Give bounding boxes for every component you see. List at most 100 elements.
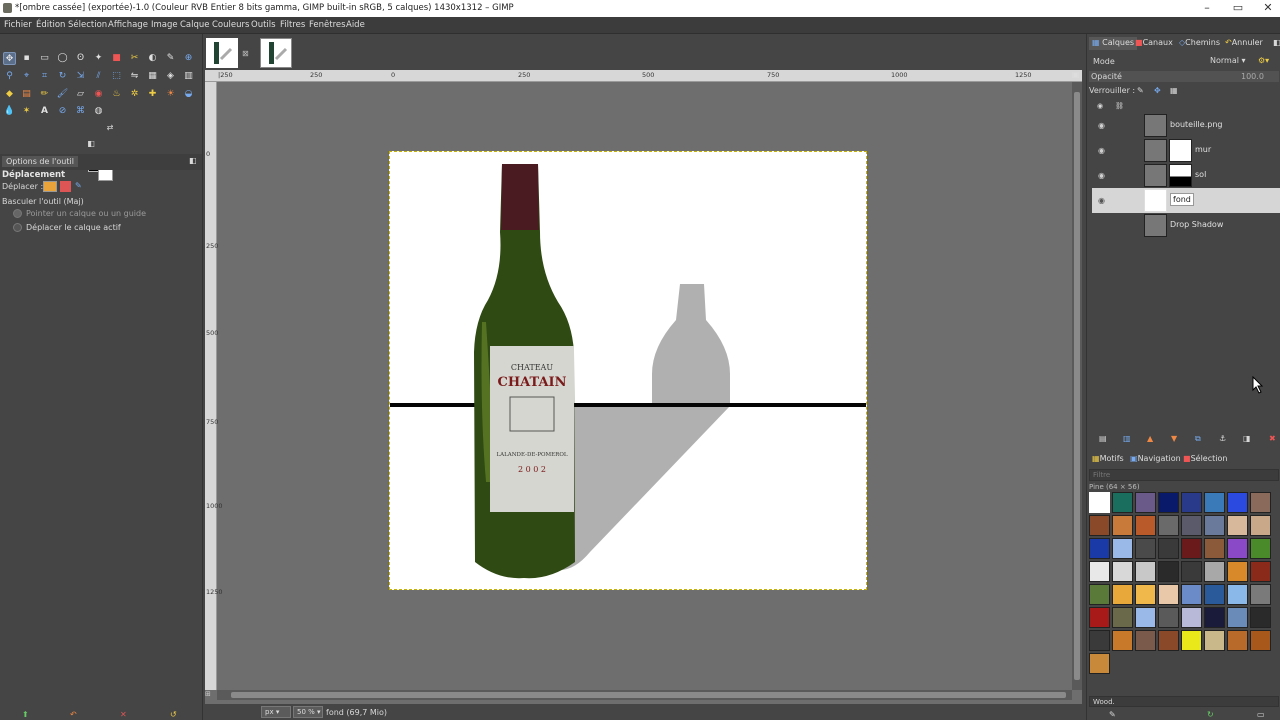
move-path-button[interactable]: ✎ xyxy=(75,181,86,192)
eye-icon[interactable]: ◉ xyxy=(1098,146,1105,155)
smudge-tool-icon[interactable]: ☀ xyxy=(164,88,177,101)
delete-layer-icon[interactable]: ✖ xyxy=(1269,434,1276,443)
align-tool-icon[interactable]: ▪ xyxy=(20,52,33,65)
minimize-button[interactable]: – xyxy=(1197,1,1217,14)
pattern-swatch[interactable] xyxy=(1250,492,1271,513)
free-select-icon[interactable]: ʘ xyxy=(74,52,87,65)
navigate-icon[interactable]: ⊞ xyxy=(205,690,217,700)
eraser-icon[interactable]: ▱ xyxy=(74,88,87,101)
layer-mask-thumbnail[interactable] xyxy=(1169,164,1192,187)
option-pick-layer[interactable]: Pointer un calque ou un guide xyxy=(26,209,146,218)
dodge-burn-icon[interactable]: ◒ xyxy=(182,88,195,101)
pattern-swatch[interactable] xyxy=(1089,653,1110,674)
menu-selection[interactable]: Sélection xyxy=(68,20,107,30)
pattern-swatch[interactable] xyxy=(1158,607,1179,628)
pattern-swatch[interactable] xyxy=(1227,538,1248,559)
pattern-swatch[interactable] xyxy=(1204,515,1225,536)
pattern-swatch[interactable] xyxy=(1112,561,1133,582)
layer-row[interactable]: Drop Shadow xyxy=(1092,213,1280,238)
pattern-swatch[interactable] xyxy=(1135,561,1156,582)
maximize-button[interactable]: ▭ xyxy=(1228,1,1248,14)
pattern-swatch[interactable] xyxy=(1181,492,1202,513)
pencil-icon[interactable]: ✏ xyxy=(38,88,51,101)
default-colors-icon[interactable]: ◧ xyxy=(87,138,95,148)
menu-image[interactable]: Image xyxy=(151,20,178,30)
pattern-swatch[interactable] xyxy=(1158,561,1179,582)
mode-select[interactable]: Normal ▾ xyxy=(1207,54,1253,68)
dock-config-icon[interactable]: ◧ xyxy=(1273,38,1280,47)
pattern-swatch[interactable] xyxy=(1089,630,1110,651)
rect-select-icon[interactable]: ▭ xyxy=(38,52,51,65)
new-group-icon[interactable]: ▥ xyxy=(1123,434,1131,443)
magnify-icon[interactable]: ◍ xyxy=(92,105,105,118)
restore-options-icon[interactable]: ↶ xyxy=(70,710,77,719)
scale-tool-icon[interactable]: ⇲ xyxy=(74,70,87,83)
pattern-swatch[interactable] xyxy=(1227,630,1248,651)
tab-tool-options[interactable]: Options de l'outil xyxy=(2,156,78,167)
menu-affichage[interactable]: Affichage xyxy=(108,20,148,30)
tab-navigation[interactable]: ▣Navigation xyxy=(1127,453,1184,466)
ellipse-select-icon[interactable]: ◯ xyxy=(56,52,69,65)
vertical-scrollbar[interactable] xyxy=(1072,82,1082,690)
paths-tool-icon[interactable]: ✎ xyxy=(164,52,177,65)
warp-tool-icon[interactable]: ◈ xyxy=(164,70,177,83)
menu-outils[interactable]: Outils xyxy=(251,20,276,30)
duplicate-layer-icon[interactable]: ⧉ xyxy=(1195,434,1201,444)
color-picker-icon[interactable]: ⊕ xyxy=(182,52,195,65)
radio-pick-layer[interactable] xyxy=(13,209,22,218)
tab-selection[interactable]: ■Sélection xyxy=(1180,453,1230,466)
color-select-icon[interactable]: ■ xyxy=(110,52,123,65)
shear-tool-icon[interactable]: ⫽ xyxy=(92,70,105,83)
opacity-slider[interactable]: Opacité 100.0 xyxy=(1089,71,1279,82)
airbrush-icon[interactable]: ◉ xyxy=(92,88,105,101)
eye-icon[interactable]: ◉ xyxy=(1098,196,1105,205)
clone-tool-icon[interactable]: ✲ xyxy=(128,88,141,101)
pattern-swatch[interactable] xyxy=(1158,515,1179,536)
pattern-tag-input[interactable]: Wood. xyxy=(1089,696,1279,707)
pattern-swatch[interactable] xyxy=(1089,561,1110,582)
pattern-swatch[interactable] xyxy=(1181,584,1202,605)
pattern-swatch[interactable] xyxy=(1158,492,1179,513)
tab-undo[interactable]: ↶Annuler xyxy=(1222,37,1266,50)
pattern-swatch[interactable] xyxy=(1204,630,1225,651)
pattern-swatch[interactable] xyxy=(1112,630,1133,651)
close-tab-icon[interactable]: ⊠ xyxy=(242,49,249,58)
pattern-swatch[interactable] xyxy=(1227,607,1248,628)
anchor-layer-icon[interactable]: ⚓ xyxy=(1219,434,1226,443)
pattern-swatch[interactable] xyxy=(1250,630,1271,651)
paintbrush-icon[interactable]: 🖌 xyxy=(56,88,69,101)
pattern-swatch[interactable] xyxy=(1227,515,1248,536)
pattern-swatch[interactable] xyxy=(1250,584,1271,605)
layer-row[interactable]: ◉ sol xyxy=(1092,163,1280,188)
pattern-swatch[interactable] xyxy=(1158,630,1179,651)
pattern-filter-input[interactable]: Filtre xyxy=(1089,469,1279,481)
pattern-swatch[interactable] xyxy=(1112,538,1133,559)
rotate-tool-icon[interactable]: ↻ xyxy=(56,70,69,83)
swap-colors-icon[interactable]: ⇄ xyxy=(105,122,115,132)
menu-fenetres[interactable]: Fenêtres xyxy=(309,20,346,30)
measure-tool-icon[interactable]: ⌖ xyxy=(20,70,33,83)
pattern-swatch[interactable] xyxy=(1181,561,1202,582)
edit-pattern-icon[interactable]: ✎ xyxy=(1109,710,1116,719)
pattern-swatch[interactable] xyxy=(1250,538,1271,559)
pattern-swatch[interactable] xyxy=(1135,584,1156,605)
move-tool-icon[interactable]: ✥ xyxy=(3,52,16,65)
pattern-swatch[interactable] xyxy=(1135,607,1156,628)
tab-channels[interactable]: ■Canaux xyxy=(1132,37,1176,50)
lock-position-icon[interactable]: ✥ xyxy=(1154,86,1161,95)
pattern-swatch[interactable] xyxy=(1181,515,1202,536)
pattern-swatch[interactable] xyxy=(1089,492,1110,513)
layer-row[interactable]: ◉ mur xyxy=(1092,138,1280,163)
pattern-swatch[interactable] xyxy=(1089,515,1110,536)
pattern-swatch[interactable] xyxy=(1227,492,1248,513)
heal-tool-icon[interactable]: ✚ xyxy=(146,88,159,101)
delete-options-icon[interactable]: ✕ xyxy=(120,710,127,719)
flip-tool-icon[interactable]: ⇋ xyxy=(128,70,141,83)
refresh-patterns-icon[interactable]: ↻ xyxy=(1207,710,1214,719)
pattern-swatch[interactable] xyxy=(1181,538,1202,559)
text-tool-icon[interactable]: A xyxy=(38,105,51,118)
mask-layer-icon[interactable]: ◨ xyxy=(1243,434,1251,443)
pattern-swatch[interactable] xyxy=(1112,607,1133,628)
horizontal-scrollbar[interactable] xyxy=(217,690,1072,700)
horizontal-ruler[interactable]: |250 250 0 250 500 750 1000 1250 1500 17… xyxy=(205,70,1152,82)
